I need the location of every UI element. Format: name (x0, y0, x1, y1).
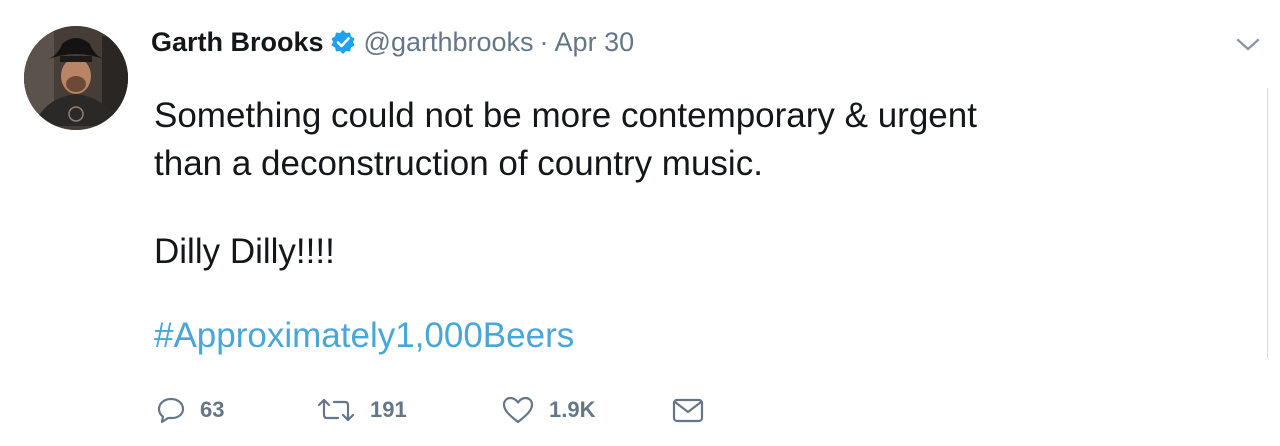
reply-icon (156, 396, 186, 424)
envelope-icon (671, 395, 705, 425)
tweet-date[interactable]: Apr 30 (555, 27, 635, 58)
heart-icon (501, 395, 535, 425)
author-handle[interactable]: @garthbrooks (364, 27, 534, 58)
avatar-image (24, 26, 128, 130)
retweet-count: 191 (370, 397, 407, 422)
verified-badge-icon (330, 29, 356, 55)
divider (1267, 88, 1268, 358)
tweet-text-line: than a deconstruction of country music. (154, 144, 763, 183)
tweet-header: Garth Brooks @garthbrooks · Apr 30 (151, 24, 634, 60)
like-button[interactable]: 1.9K (501, 395, 671, 425)
reply-count: 63 (200, 397, 225, 422)
hashtag-link[interactable]: #Approximately1,000Beers (154, 312, 574, 360)
tweet-card: Garth Brooks @garthbrooks · Apr 30 Somet… (0, 0, 1280, 446)
reply-button[interactable]: 63 (156, 396, 316, 424)
retweet-button[interactable]: 191 (316, 396, 501, 424)
tweet-text: Something could not be more contemporary… (154, 92, 1214, 276)
tweet-text-line: Something could not be more contemporary… (154, 96, 977, 135)
chevron-down-icon[interactable] (1235, 36, 1261, 54)
header-separator: · (539, 26, 549, 57)
like-count: 1.9K (549, 397, 596, 422)
tweet-actions: 63 191 1.9K (156, 390, 705, 430)
tweet-text-line: Dilly Dilly!!!! (154, 232, 335, 271)
direct-message-button[interactable] (671, 395, 705, 425)
author-name[interactable]: Garth Brooks (151, 27, 324, 58)
avatar[interactable] (24, 26, 128, 130)
retweet-icon (316, 396, 356, 424)
